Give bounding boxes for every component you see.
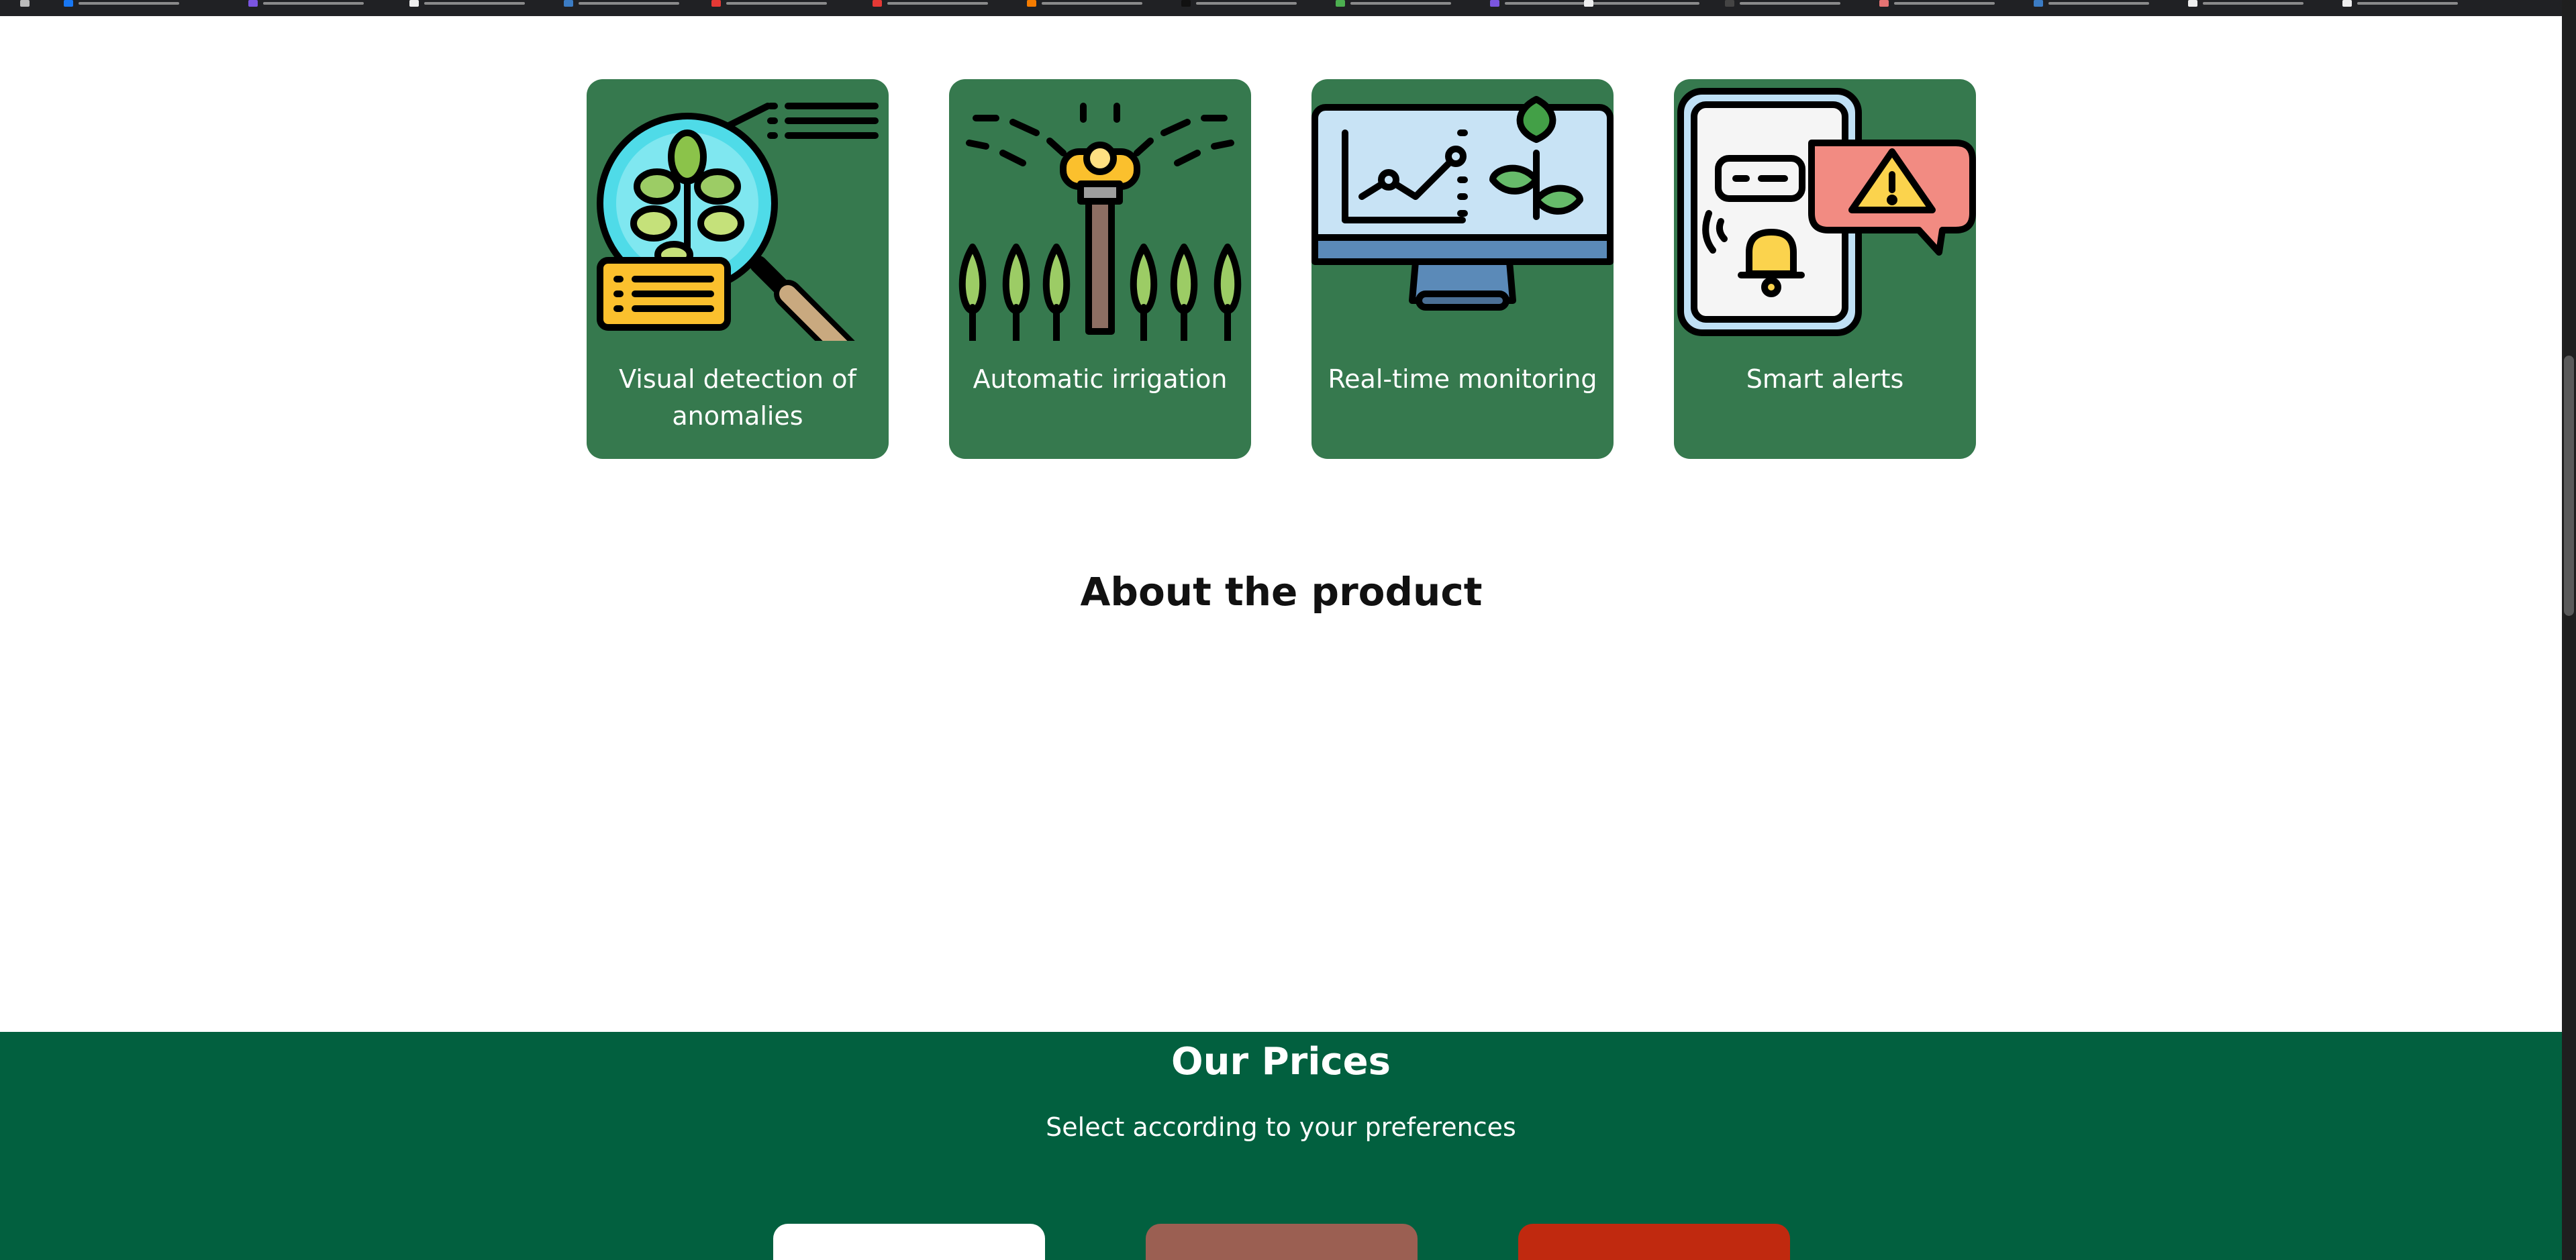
prices-section: Our Prices Select according to your pref… xyxy=(0,1032,2562,1260)
bookmarks-bar xyxy=(0,0,2576,16)
sprinkler-irrigation-icon xyxy=(958,103,1242,341)
feature-label: Visual detection of anomalies xyxy=(619,364,856,431)
bookmark-item[interactable] xyxy=(64,0,179,7)
feature-label: Real-time monitoring xyxy=(1328,364,1597,394)
plan-card-3[interactable] xyxy=(1518,1224,1790,1260)
plant-magnifier-icon xyxy=(597,103,879,341)
feature-label: Automatic irrigation xyxy=(973,364,1228,394)
prices-subtitle: Select according to your preferences xyxy=(1046,1112,1516,1142)
bookmark-item[interactable] xyxy=(564,0,679,7)
plan-card-2[interactable] xyxy=(1146,1224,1418,1260)
bookmark-item[interactable] xyxy=(1725,0,1840,7)
feature-card-smart-alerts[interactable]: Smart alerts xyxy=(1674,79,1976,459)
bookmark-item[interactable] xyxy=(2034,0,2149,7)
bookmark-item[interactable] xyxy=(1181,0,1297,7)
bookmark-item[interactable] xyxy=(1584,0,1699,7)
phone-alert-bell-icon xyxy=(1677,88,1976,336)
plan-card-1[interactable] xyxy=(773,1224,1045,1260)
feature-label: Smart alerts xyxy=(1746,364,1904,394)
prices-title: Our Prices xyxy=(1171,1040,1391,1084)
bookmark-item[interactable] xyxy=(248,0,364,7)
bookmark-item[interactable] xyxy=(2342,0,2458,7)
bookmark-item[interactable] xyxy=(1336,0,1451,7)
feature-card-visual-detection[interactable]: Visual detection of anomalies xyxy=(587,79,889,459)
bookmark-item[interactable] xyxy=(873,0,988,7)
scrollbar[interactable] xyxy=(2562,0,2576,1260)
bookmark-item[interactable] xyxy=(1027,0,1142,7)
bookmark-item[interactable] xyxy=(409,0,525,7)
scrollbar-thumb[interactable] xyxy=(2564,356,2574,616)
monitor-chart-icon xyxy=(1311,96,1614,311)
section-title-about: About the product xyxy=(1080,569,1483,615)
feature-card-automatic-irrigation[interactable]: Automatic irrigation xyxy=(949,79,1251,459)
feature-card-realtime-monitoring[interactable]: Real-time monitoring xyxy=(1311,79,1614,459)
bookmark-item[interactable] xyxy=(1879,0,1995,7)
bookmark-item[interactable] xyxy=(2188,0,2303,7)
bookmark-item[interactable] xyxy=(711,0,827,7)
bookmark-item[interactable] xyxy=(20,0,30,7)
